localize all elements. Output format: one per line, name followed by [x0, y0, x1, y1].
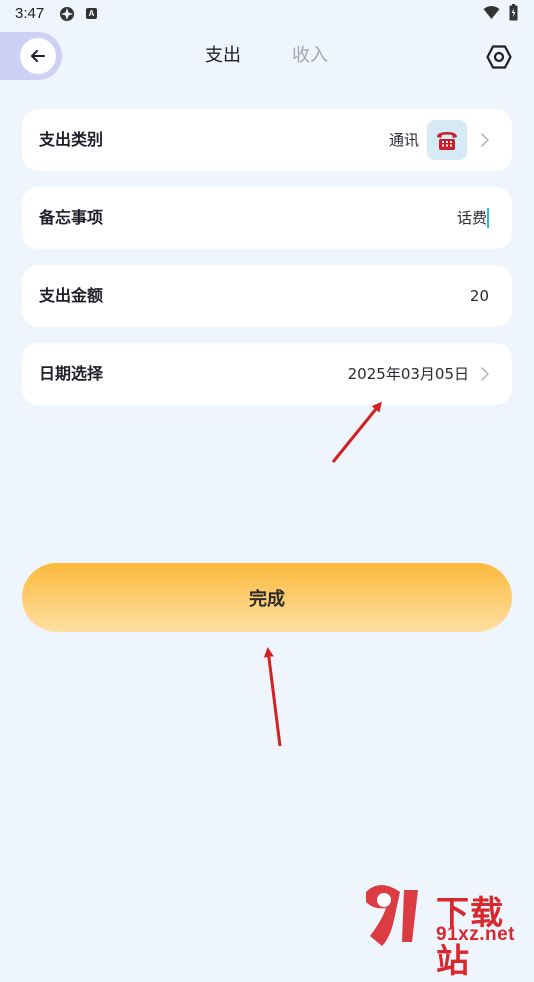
annotation-arrow-done — [263, 647, 282, 747]
battery-icon — [509, 4, 518, 21]
memo-row[interactable]: 备忘事项 话费 — [22, 187, 512, 249]
chevron-right-icon — [481, 133, 489, 147]
amount-input[interactable]: 20 — [470, 265, 489, 327]
back-button[interactable] — [20, 38, 56, 74]
settings-button[interactable] — [485, 43, 513, 71]
back-arrow-icon — [31, 50, 45, 62]
chevron-right-icon — [481, 367, 489, 381]
tab-expense[interactable]: 支出 — [205, 44, 241, 68]
amount-label: 支出金额 — [39, 286, 104, 305]
category-icon-box — [427, 120, 467, 160]
tab-income[interactable]: 收入 — [292, 44, 328, 68]
done-button[interactable]: 完成 — [22, 563, 512, 632]
amount-row[interactable]: 支出金额 20 — [22, 265, 512, 327]
category-value: 通讯 — [388, 131, 419, 149]
memo-input[interactable]: 话费 — [457, 187, 487, 249]
sync-icon — [60, 7, 74, 21]
wifi-icon — [483, 6, 500, 19]
status-time: 3:47 — [15, 5, 45, 22]
memo-label: 备忘事项 — [39, 208, 104, 227]
app-notification-icon: A — [86, 8, 97, 19]
status-bar: 3:47 A — [0, 0, 534, 28]
hexagon-settings-icon — [486, 45, 512, 69]
category-row[interactable]: 支出类别 通讯 — [22, 109, 512, 171]
text-cursor — [487, 208, 489, 228]
date-row[interactable]: 日期选择 2025年03月05日 — [22, 343, 512, 405]
category-label: 支出类别 — [39, 130, 104, 149]
telephone-icon — [437, 132, 457, 150]
watermark-url: 91xz.net — [436, 924, 515, 945]
annotation-arrow-date — [331, 401, 382, 463]
date-value: 2025年03月05日 — [347, 365, 469, 383]
date-label: 日期选择 — [39, 364, 104, 383]
